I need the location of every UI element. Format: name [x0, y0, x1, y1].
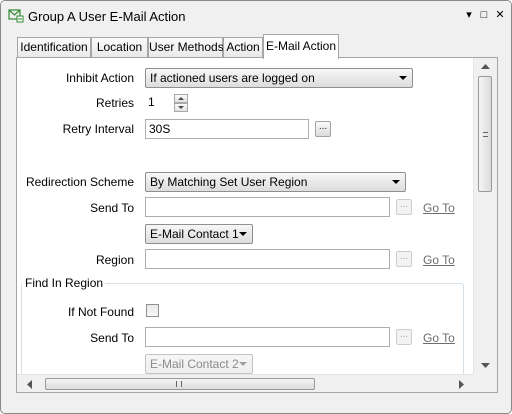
region-send-to-input[interactable] [145, 327, 390, 347]
retries-input[interactable]: 1 [145, 93, 175, 113]
tab-panel: Inhibit Action If actioned users are log… [16, 57, 498, 393]
email-contact-2-select[interactable]: E-Mail Contact 2 [145, 354, 253, 374]
chevron-down-icon [392, 180, 400, 184]
inhibit-action-select[interactable]: If actioned users are logged on [145, 68, 413, 88]
scroll-right-icon[interactable] [459, 380, 465, 389]
horizontal-scroll-thumb[interactable] [45, 378, 315, 390]
send-to-browse-button[interactable]: ... [396, 199, 412, 215]
close-icon[interactable]: ✕ [493, 7, 507, 23]
chevron-down-icon [239, 362, 247, 366]
stepper-up-icon[interactable] [174, 94, 188, 103]
scroll-down-icon[interactable] [481, 363, 490, 369]
retries-label: Retries [95, 96, 134, 110]
region-goto-link[interactable]: Go To [423, 253, 455, 267]
tab-email-action[interactable]: E-Mail Action [263, 34, 339, 59]
find-in-region-title: Find In Region [23, 276, 106, 290]
form-content: Inhibit Action If actioned users are log… [17, 58, 473, 374]
region-input[interactable] [145, 249, 390, 269]
tab-user-methods[interactable]: User Methods [148, 37, 224, 58]
email-action-icon [8, 9, 24, 23]
email-contact-2-value: E-Mail Contact 2 [150, 357, 239, 371]
send-to-label: Send To [90, 201, 134, 215]
dialog-window: Group A User E-Mail Action ▾ □ ✕ Identif… [0, 0, 512, 414]
redirection-scheme-value: By Matching Set User Region [150, 175, 308, 189]
vertical-scroll-thumb[interactable] [478, 76, 492, 192]
retry-interval-browse-button[interactable]: ... [315, 121, 331, 137]
scroll-left-icon[interactable] [27, 380, 33, 389]
chevron-down-icon [239, 232, 247, 236]
redirection-scheme-select[interactable]: By Matching Set User Region [145, 172, 406, 192]
region-send-to-browse-button[interactable]: ... [396, 329, 412, 345]
grip-icon [483, 132, 488, 137]
region-send-to-goto-link[interactable]: Go To [423, 331, 455, 345]
maximize-icon[interactable]: □ [477, 7, 491, 23]
region-label: Region [95, 253, 134, 267]
title-bar: Group A User E-Mail Action ▾ □ ✕ [1, 1, 511, 31]
retries-stepper[interactable] [174, 94, 188, 112]
tab-action[interactable]: Action [223, 37, 263, 58]
window-title: Group A User E-Mail Action [28, 9, 186, 24]
tab-identification[interactable]: Identification [17, 37, 91, 58]
scroll-corner [473, 374, 497, 392]
if-not-found-label: If Not Found [67, 305, 134, 319]
region-browse-button[interactable]: ... [396, 251, 412, 267]
send-to-input[interactable] [145, 197, 390, 217]
stepper-down-icon[interactable] [174, 103, 188, 112]
retry-interval-input[interactable]: 30S [145, 119, 309, 139]
inhibit-action-value: If actioned users are logged on [150, 71, 315, 85]
if-not-found-checkbox[interactable] [146, 304, 159, 317]
email-contact-select[interactable]: E-Mail Contact 1 [145, 224, 253, 244]
tab-location[interactable]: Location [91, 37, 148, 58]
redirection-scheme-label: Redirection Scheme [25, 175, 134, 189]
scroll-up-icon[interactable] [481, 64, 490, 70]
send-to-goto-link[interactable]: Go To [423, 201, 455, 215]
chevron-down-icon [399, 76, 407, 80]
email-contact-value: E-Mail Contact 1 [150, 227, 239, 241]
grip-icon [176, 381, 182, 387]
vertical-scrollbar[interactable] [473, 58, 497, 374]
retry-interval-label: Retry Interval [62, 122, 134, 136]
dropdown-icon[interactable]: ▾ [462, 7, 476, 23]
inhibit-action-label: Inhibit Action [65, 71, 134, 85]
horizontal-scrollbar[interactable] [17, 374, 473, 392]
region-send-to-label: Send To [90, 331, 134, 345]
